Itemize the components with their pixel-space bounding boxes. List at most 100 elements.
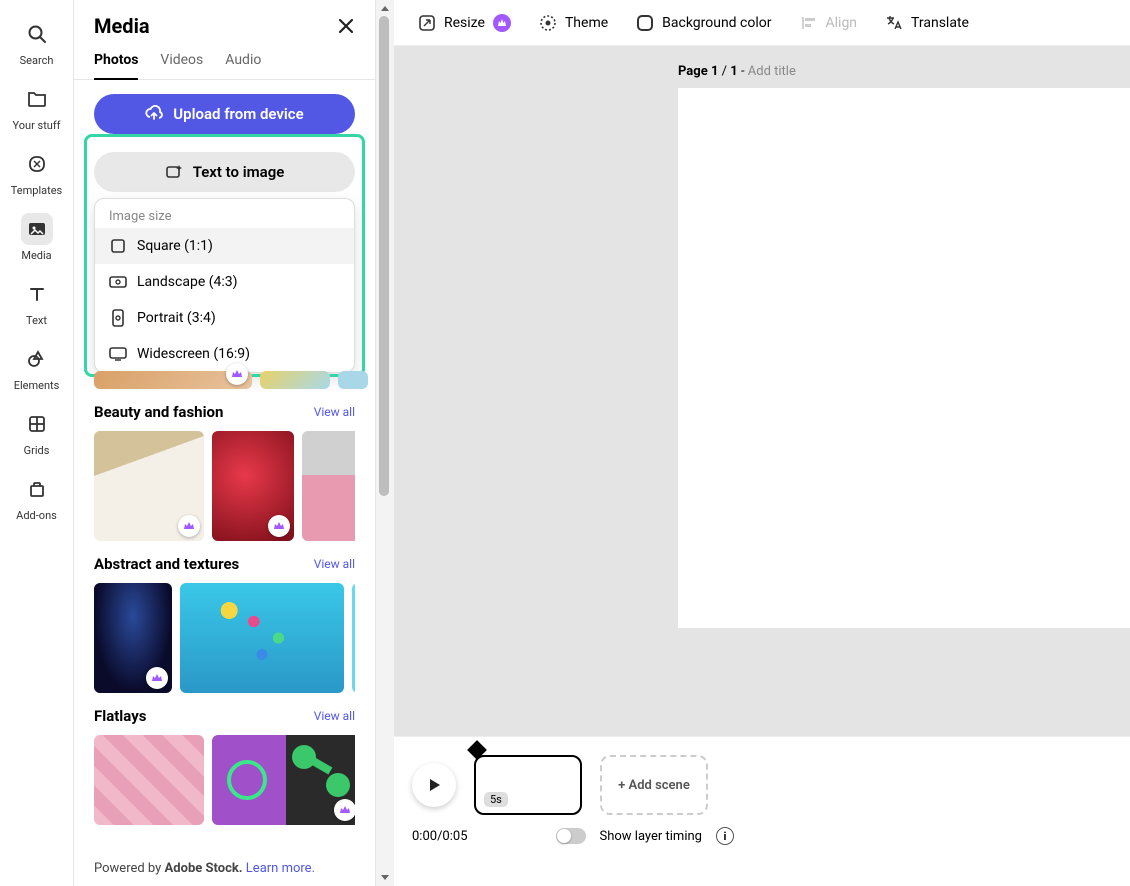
timeline-scene[interactable]: 5s xyxy=(474,755,582,815)
upload-icon xyxy=(145,105,163,123)
top-toolbar: Resize Theme Background color Align Tran… xyxy=(394,0,1130,46)
dropdown-option-landscape[interactable]: Landscape (4:3) xyxy=(95,264,354,300)
playhead-icon[interactable] xyxy=(467,740,487,760)
panel-scrollbar[interactable] xyxy=(376,0,394,886)
photo-thumb[interactable] xyxy=(260,371,330,389)
viewall-link[interactable]: View all xyxy=(314,557,355,571)
tool-resize[interactable]: Resize xyxy=(418,14,511,32)
crown-badge xyxy=(226,363,248,385)
square-icon xyxy=(109,237,127,255)
nav-label: Your stuff xyxy=(12,119,60,132)
tool-align: Align xyxy=(800,14,858,32)
page-label[interactable]: Page 1 / 1 - Add title xyxy=(678,64,796,79)
nav-item-templates[interactable]: Templates xyxy=(6,140,68,201)
nav-item-addons[interactable]: Add-ons xyxy=(6,465,68,526)
align-icon xyxy=(800,14,818,32)
crown-badge xyxy=(146,667,168,689)
tab-audio[interactable]: Audio xyxy=(225,52,261,79)
nav-label: Elements xyxy=(14,379,60,392)
close-button[interactable] xyxy=(337,17,355,35)
canvas-stage[interactable]: Page 1 / 1 - Add title xyxy=(394,46,1130,736)
category-title: Abstract and textures xyxy=(94,555,239,573)
nav-label: Add-ons xyxy=(16,509,57,522)
dropdown-option-widescreen[interactable]: Widescreen (16:9) xyxy=(95,336,354,372)
crown-badge xyxy=(493,14,511,32)
photo-thumb[interactable] xyxy=(180,583,344,693)
panel-footer: Powered by Adobe Stock. Learn more. xyxy=(74,851,375,886)
media-panel: Media Photos Videos Audio Upload from de… xyxy=(74,0,376,886)
portrait-icon xyxy=(109,309,127,327)
template-icon xyxy=(21,148,53,180)
image-size-dropdown: Image size Square (1:1) Landscape (4:3) … xyxy=(94,198,355,373)
scene-duration-badge: 5s xyxy=(484,792,508,807)
dropdown-heading: Image size xyxy=(95,199,354,228)
crown-badge xyxy=(268,515,290,537)
viewall-link[interactable]: View all xyxy=(314,709,355,723)
category-thumbs xyxy=(94,735,355,825)
nav-label: Text xyxy=(26,314,47,327)
crown-badge xyxy=(178,515,200,537)
nav-label: Grids xyxy=(24,444,50,457)
tool-theme[interactable]: Theme xyxy=(539,14,608,32)
photo-thumb[interactable] xyxy=(302,431,355,541)
nav-item-media[interactable]: Media xyxy=(6,205,68,266)
crown-badge xyxy=(334,799,355,821)
nav-label: Templates xyxy=(11,184,62,197)
nav-label: Search xyxy=(20,54,54,67)
dropdown-option-square[interactable]: Square (1:1) xyxy=(95,228,354,264)
info-icon[interactable]: i xyxy=(716,827,734,845)
media-icon xyxy=(21,213,53,245)
canvas-page[interactable] xyxy=(678,88,1130,628)
nav-item-search[interactable]: Search xyxy=(6,10,68,71)
upload-button[interactable]: Upload from device xyxy=(94,94,355,134)
addons-icon xyxy=(21,473,53,505)
resize-icon xyxy=(418,14,436,32)
canvas-area: Resize Theme Background color Align Tran… xyxy=(394,0,1130,886)
layer-timing-label: Show layer timing xyxy=(600,829,702,844)
learn-more-link[interactable]: Learn more. xyxy=(246,861,315,876)
nav-rail: Search Your stuff Templates Media Text E… xyxy=(0,0,74,886)
add-title-link[interactable]: Add title xyxy=(748,64,796,79)
bgcolor-icon xyxy=(636,14,654,32)
landscape-icon xyxy=(109,273,127,291)
photo-thumb[interactable] xyxy=(94,583,172,693)
nav-item-text[interactable]: Text xyxy=(6,270,68,331)
nav-item-grids[interactable]: Grids xyxy=(6,400,68,461)
photo-thumb[interactable] xyxy=(94,371,252,389)
photo-thumb[interactable] xyxy=(212,431,294,541)
photo-thumb[interactable] xyxy=(338,371,368,389)
folder-icon xyxy=(21,83,53,115)
tab-photos[interactable]: Photos xyxy=(94,52,138,80)
timeline: 5s + Add scene 0:00/0:05 Show layer timi… xyxy=(394,736,1130,886)
nav-label: Media xyxy=(21,249,51,262)
search-icon xyxy=(21,18,53,50)
tool-translate[interactable]: Translate xyxy=(885,14,969,32)
viewall-link[interactable]: View all xyxy=(314,405,355,419)
photo-thumb[interactable] xyxy=(352,583,355,693)
photo-thumb[interactable] xyxy=(94,431,204,541)
widescreen-icon xyxy=(109,345,127,363)
sparkle-icon xyxy=(165,163,183,181)
category-thumbs xyxy=(94,583,355,693)
text-to-image-button[interactable]: Text to image xyxy=(94,152,355,192)
timeline-time: 0:00/0:05 xyxy=(412,829,468,844)
tab-videos[interactable]: Videos xyxy=(160,52,203,79)
photo-thumb[interactable] xyxy=(94,735,204,825)
photo-thumb[interactable] xyxy=(212,735,355,825)
translate-icon xyxy=(885,14,903,32)
category-title: Beauty and fashion xyxy=(94,403,223,421)
theme-icon xyxy=(539,14,557,32)
category-title: Flatlays xyxy=(94,707,146,725)
scrollbar-thumb[interactable] xyxy=(379,16,389,496)
tool-bgcolor[interactable]: Background color xyxy=(636,14,771,32)
category-thumbs xyxy=(94,431,355,541)
panel-title: Media xyxy=(94,14,150,38)
nav-item-elements[interactable]: Elements xyxy=(6,335,68,396)
add-scene-button[interactable]: + Add scene xyxy=(600,755,708,815)
play-button[interactable] xyxy=(412,763,456,807)
layer-timing-toggle[interactable] xyxy=(556,828,586,844)
nav-item-yourstuff[interactable]: Your stuff xyxy=(6,75,68,136)
elements-icon xyxy=(21,343,53,375)
grids-icon xyxy=(21,408,53,440)
dropdown-option-portrait[interactable]: Portrait (3:4) xyxy=(95,300,354,336)
